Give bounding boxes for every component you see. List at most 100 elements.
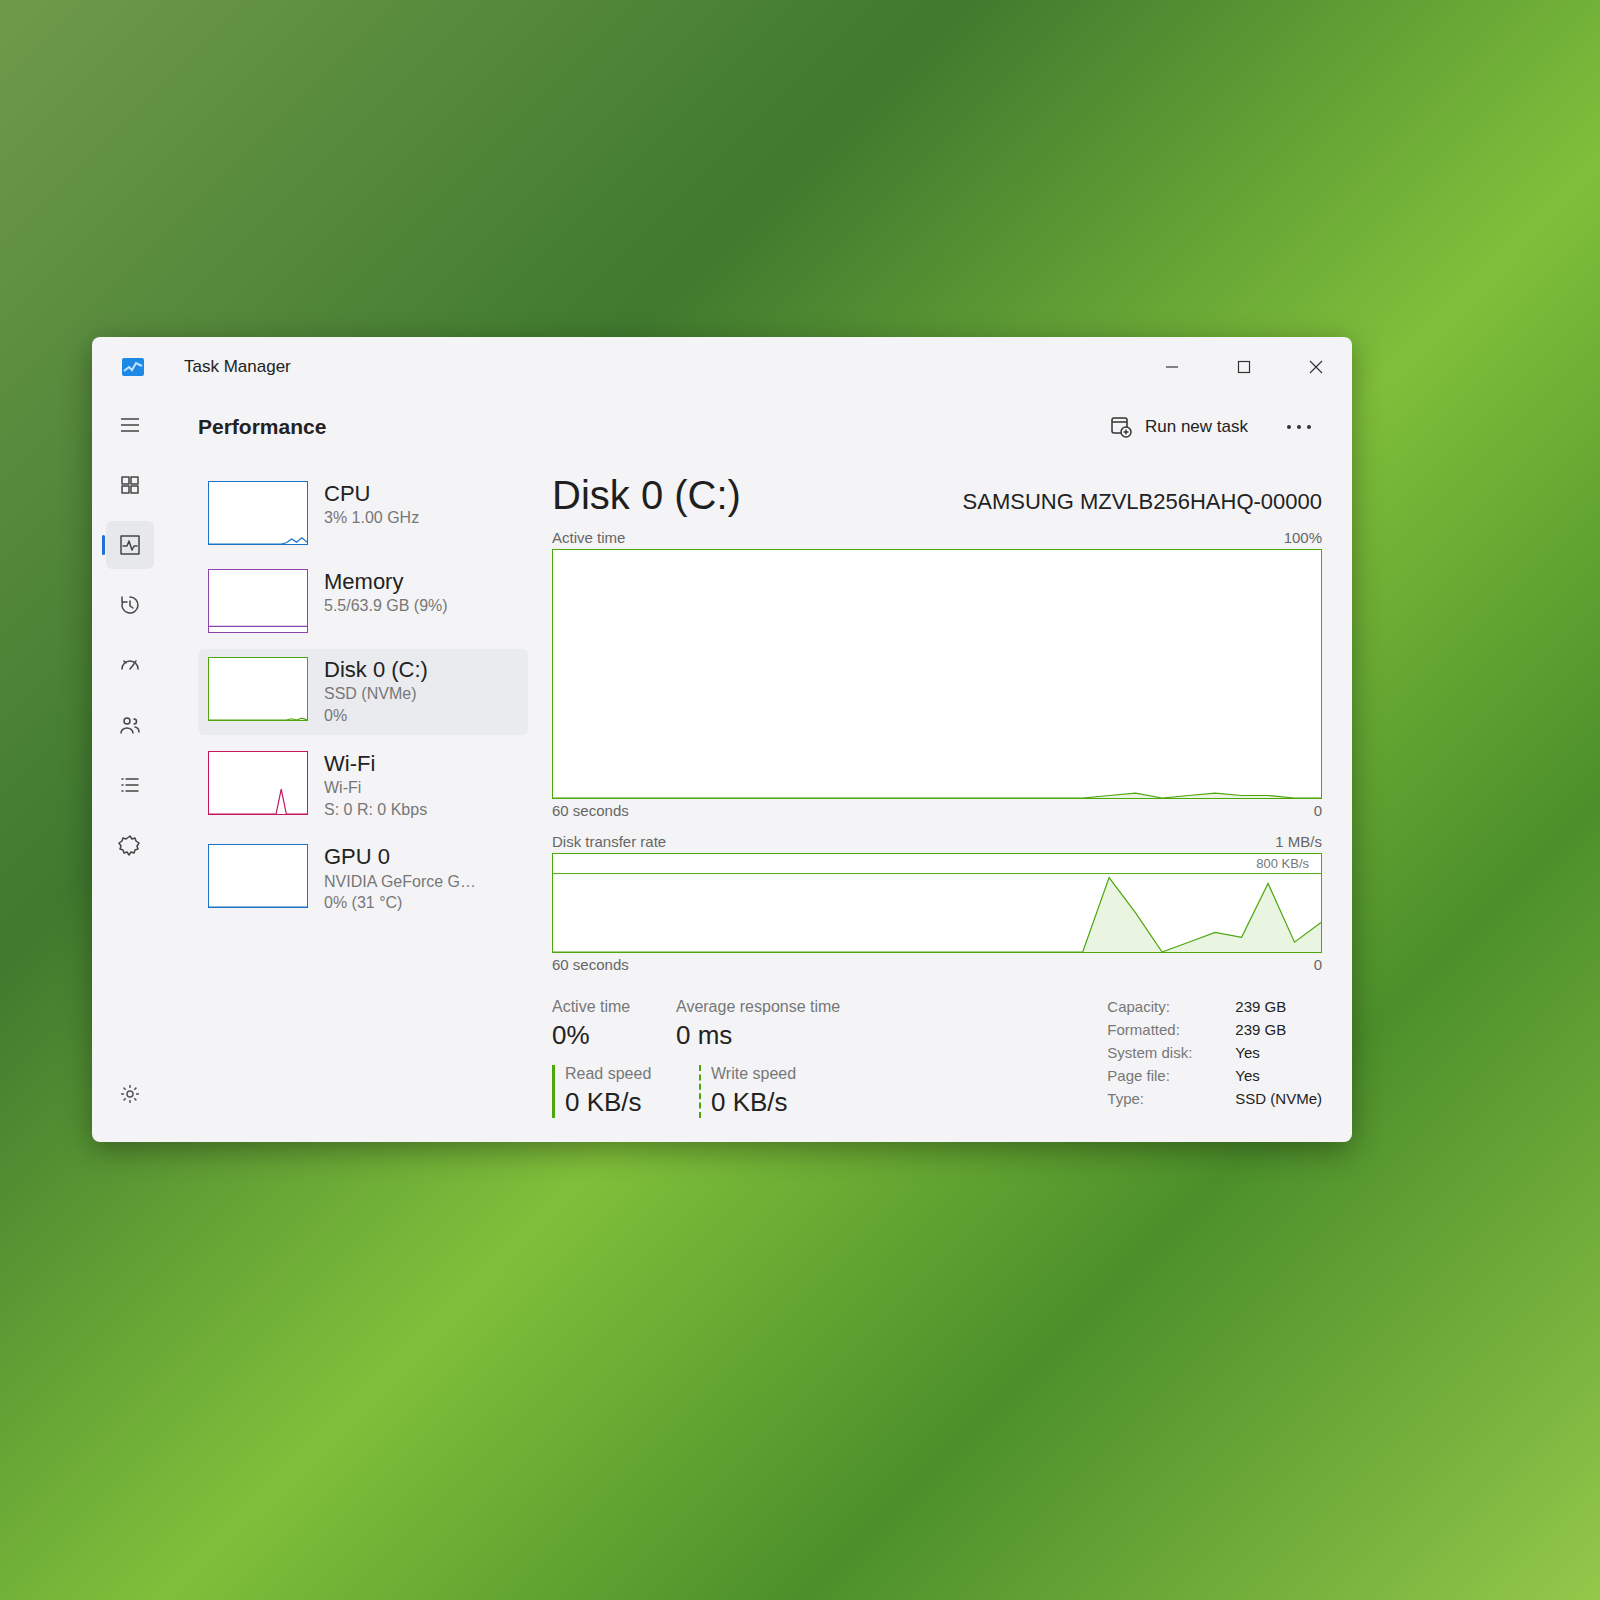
property-label: System disk: xyxy=(1107,1044,1225,1061)
nav-item[interactable] xyxy=(106,581,154,629)
new-task-icon xyxy=(1109,415,1133,439)
chart-gridline xyxy=(553,873,1321,874)
chart-plot xyxy=(552,549,1322,799)
nav-item[interactable] xyxy=(106,641,154,689)
device-name: CPU xyxy=(324,481,419,507)
device-detail: SSD (NVMe) xyxy=(324,683,428,705)
settings-button[interactable] xyxy=(106,1070,154,1118)
chart-area xyxy=(553,878,1321,952)
chart-line xyxy=(553,878,1321,952)
chart-line xyxy=(553,793,1321,798)
maximize-icon xyxy=(1236,359,1252,375)
disk-model: SAMSUNG MZVLB256HAHQ-00000 xyxy=(963,489,1322,515)
startup-icon xyxy=(118,653,142,677)
device-thumbnail xyxy=(208,844,308,908)
device-detail: 3% 1.00 GHz xyxy=(324,507,419,529)
property-label: Page file: xyxy=(1107,1067,1225,1084)
nav-item[interactable] xyxy=(106,761,154,809)
disk-properties: Capacity: 239 GB Formatted: 239 GB System di… xyxy=(1107,998,1322,1118)
device-name: Memory xyxy=(324,569,448,595)
chart-title: Active time xyxy=(552,529,625,546)
detail-panel: Disk 0 (C:) SAMSUNG MZVLB256HAHQ-00000 Act… xyxy=(552,473,1322,1118)
users-icon xyxy=(118,713,142,737)
minimize-icon xyxy=(1164,359,1180,375)
property-label: Type: xyxy=(1107,1090,1225,1107)
chart-max-label: 1 MB/s xyxy=(1275,833,1322,850)
device-thumbnail xyxy=(208,481,308,545)
device-name: GPU 0 xyxy=(324,844,476,870)
stat: Active time0% xyxy=(552,998,652,1051)
device-detail: 0% xyxy=(324,705,428,727)
nav-item[interactable] xyxy=(106,461,154,509)
page-title: Performance xyxy=(198,415,326,439)
property-label: Capacity: xyxy=(1107,998,1225,1015)
close-button[interactable] xyxy=(1280,343,1352,391)
property-value: 239 GB xyxy=(1235,998,1322,1015)
thumbnail-graph xyxy=(209,570,307,632)
stats-section: Active time0% Average response time0 msRe… xyxy=(552,998,1322,1118)
task-manager-window: Task ManagerPerformanceRun new taskCPU3%… xyxy=(92,337,1352,1142)
device-item[interactable]: Disk 0 (C:)SSD (NVMe)0% xyxy=(198,649,528,735)
speed-stat: Read speed0 KB/s xyxy=(552,1065,675,1118)
property-label: Formatted: xyxy=(1107,1021,1225,1038)
hamburger-icon xyxy=(118,413,142,437)
close-icon xyxy=(1308,359,1324,375)
property-value: SSD (NVMe) xyxy=(1235,1090,1322,1107)
device-item[interactable]: Memory5.5/63.9 GB (9%) xyxy=(198,561,528,641)
device-thumbnail xyxy=(208,657,308,721)
device-detail: S: 0 R: 0 Kbps xyxy=(324,799,427,821)
page-header: Performance Run new task xyxy=(198,397,1322,457)
thumbnail-graph xyxy=(209,752,307,814)
chart: Disk transfer rate 1 MB/s 800 KB/s 60 secon… xyxy=(552,830,1322,976)
speed-stat: Write speed0 KB/s xyxy=(699,1065,821,1118)
app-history-icon xyxy=(118,593,142,617)
run-new-task-label: Run new task xyxy=(1145,417,1248,437)
gear-icon xyxy=(118,1082,142,1106)
device-name: Disk 0 (C:) xyxy=(324,657,428,683)
nav-item[interactable] xyxy=(106,821,154,869)
property-value: Yes xyxy=(1235,1067,1322,1084)
chart-area xyxy=(553,793,1321,798)
chart-max-label: 100% xyxy=(1284,529,1322,546)
chart-title: Disk transfer rate xyxy=(552,833,666,850)
nav-rail xyxy=(92,397,168,1118)
chart: Active time100%60 seconds0 xyxy=(552,526,1322,822)
chart-plot: 800 KB/s xyxy=(552,853,1322,953)
thumbnail-graph xyxy=(209,845,307,907)
selection-marker xyxy=(102,535,105,555)
more-icon xyxy=(1286,423,1312,431)
device-detail: 5.5/63.9 GB (9%) xyxy=(324,595,448,617)
device-thumbnail xyxy=(208,751,308,815)
wallpaper: Task ManagerPerformanceRun new taskCPU3%… xyxy=(0,0,1600,1600)
device-detail: Wi-Fi xyxy=(324,777,427,799)
run-new-task-button[interactable]: Run new task xyxy=(1099,409,1258,445)
nav-item[interactable] xyxy=(106,521,154,569)
chart-span-label: 60 seconds xyxy=(552,802,629,819)
menu-button[interactable] xyxy=(106,401,154,449)
device-thumbnail xyxy=(208,569,308,633)
maximize-button[interactable] xyxy=(1208,343,1280,391)
device-item[interactable]: Wi-FiWi-FiS: 0 R: 0 Kbps xyxy=(198,743,528,829)
thumbnail-graph xyxy=(209,658,307,720)
device-item[interactable]: GPU 0NVIDIA GeForce G…0% (31 °C) xyxy=(198,836,528,922)
processes-icon xyxy=(118,473,142,497)
nav-item[interactable] xyxy=(106,701,154,749)
stat: Average response time0 ms xyxy=(676,998,840,1051)
device-list: CPU3% 1.00 GHzMemory5.5/63.9 GB (9%)Disk… xyxy=(198,473,528,1118)
property-value: Yes xyxy=(1235,1044,1322,1061)
gridline-label: 800 KB/s xyxy=(1254,857,1311,871)
chart-graph xyxy=(553,854,1321,952)
more-button[interactable] xyxy=(1276,417,1322,437)
details-icon xyxy=(118,773,142,797)
chart-min-label: 0 xyxy=(1314,956,1322,973)
task-manager-icon xyxy=(122,358,144,376)
minimize-button[interactable] xyxy=(1136,343,1208,391)
device-item[interactable]: CPU3% 1.00 GHz xyxy=(198,473,528,553)
chart-span-label: 60 seconds xyxy=(552,956,629,973)
device-detail: NVIDIA GeForce G… xyxy=(324,871,476,893)
property-value: 239 GB xyxy=(1235,1021,1322,1038)
device-detail: 0% (31 °C) xyxy=(324,892,476,914)
detail-title: Disk 0 (C:) xyxy=(552,473,741,518)
thumbnail-graph xyxy=(209,482,307,544)
services-icon xyxy=(118,833,142,857)
